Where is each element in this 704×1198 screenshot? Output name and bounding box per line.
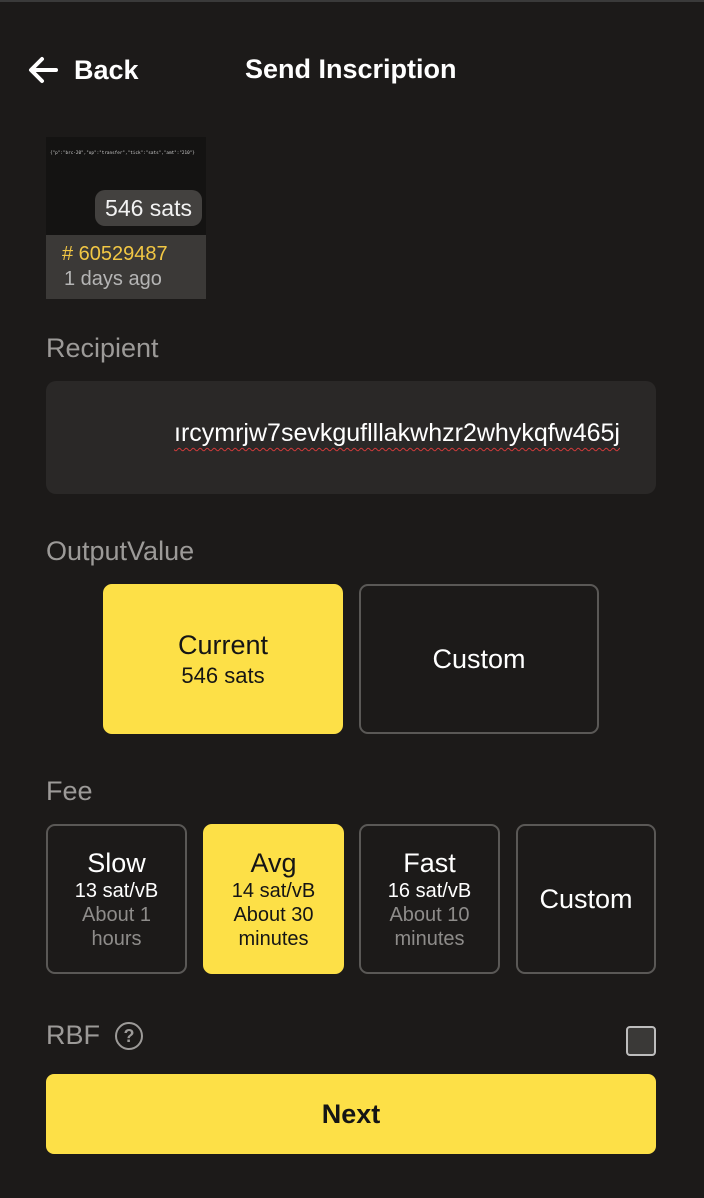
recipient-label: Recipient: [46, 333, 159, 363]
window-top-border: [0, 0, 704, 2]
arrow-left-icon: [29, 57, 58, 83]
fee-fast-time-line1: About 10: [389, 903, 470, 926]
fee-custom-title: Custom: [539, 883, 633, 914]
fee-avg-time-line1: About 30: [233, 903, 314, 926]
inscription-value-badge: 546 sats: [95, 190, 202, 226]
output-value-current-option[interactable]: Current 546 sats: [103, 584, 343, 734]
fee-avg-rate: 14 sat/vB: [231, 879, 316, 902]
next-button[interactable]: Next: [46, 1074, 656, 1154]
fee-label: Fee: [46, 776, 93, 806]
inscription-number: # 60529487: [62, 243, 168, 265]
back-label: Back: [74, 54, 139, 85]
question-circle-icon[interactable]: ?: [115, 1022, 143, 1050]
recipient-input-value: ırcymrjw7sevkguflllakwhzr2whykqfw465j: [174, 419, 620, 447]
output-current-title: Current: [177, 629, 269, 660]
inscription-preview-text: {"p":"brc-20","op":"transfer","tick":"sa…: [50, 151, 195, 156]
inscription-card[interactable]: {"p":"brc-20","op":"transfer","tick":"sa…: [46, 137, 206, 299]
recipient-input[interactable]: ırcymrjw7sevkguflllakwhzr2whykqfw465j: [46, 381, 656, 494]
rbf-checkbox[interactable]: [626, 1026, 656, 1056]
fee-avg-time-line2: minutes: [238, 927, 309, 950]
inscription-date: 1 days ago: [64, 268, 162, 290]
output-custom-title: Custom: [432, 643, 526, 674]
fee-slow-title: Slow: [87, 847, 146, 878]
fee-slow-time-line2: hours: [91, 927, 142, 950]
rbf-label: RBF: [46, 1020, 100, 1050]
fee-fast-rate: 16 sat/vB: [387, 879, 472, 902]
fee-fast-time-line2: minutes: [394, 927, 465, 950]
output-value-label: OutputValue: [46, 536, 195, 566]
fee-fast-title: Fast: [403, 847, 456, 878]
back-button[interactable]: Back: [26, 52, 139, 88]
fee-option-custom[interactable]: Custom: [516, 824, 656, 974]
fee-slow-rate: 13 sat/vB: [74, 879, 159, 902]
output-value-custom-option[interactable]: Custom: [359, 584, 599, 734]
inscription-preview: {"p":"brc-20","op":"transfer","tick":"sa…: [46, 137, 206, 235]
page-header: Back Send Inscription: [0, 40, 704, 100]
fee-option-slow[interactable]: Slow 13 sat/vB About 1 hours: [46, 824, 187, 974]
fee-avg-title: Avg: [250, 847, 297, 878]
fee-option-fast[interactable]: Fast 16 sat/vB About 10 minutes: [359, 824, 500, 974]
fee-slow-time-line1: About 1: [82, 903, 151, 926]
fee-option-avg[interactable]: Avg 14 sat/vB About 30 minutes: [203, 824, 344, 974]
output-current-amount: 546 sats: [181, 662, 265, 688]
page-title: Send Inscription: [245, 54, 457, 84]
